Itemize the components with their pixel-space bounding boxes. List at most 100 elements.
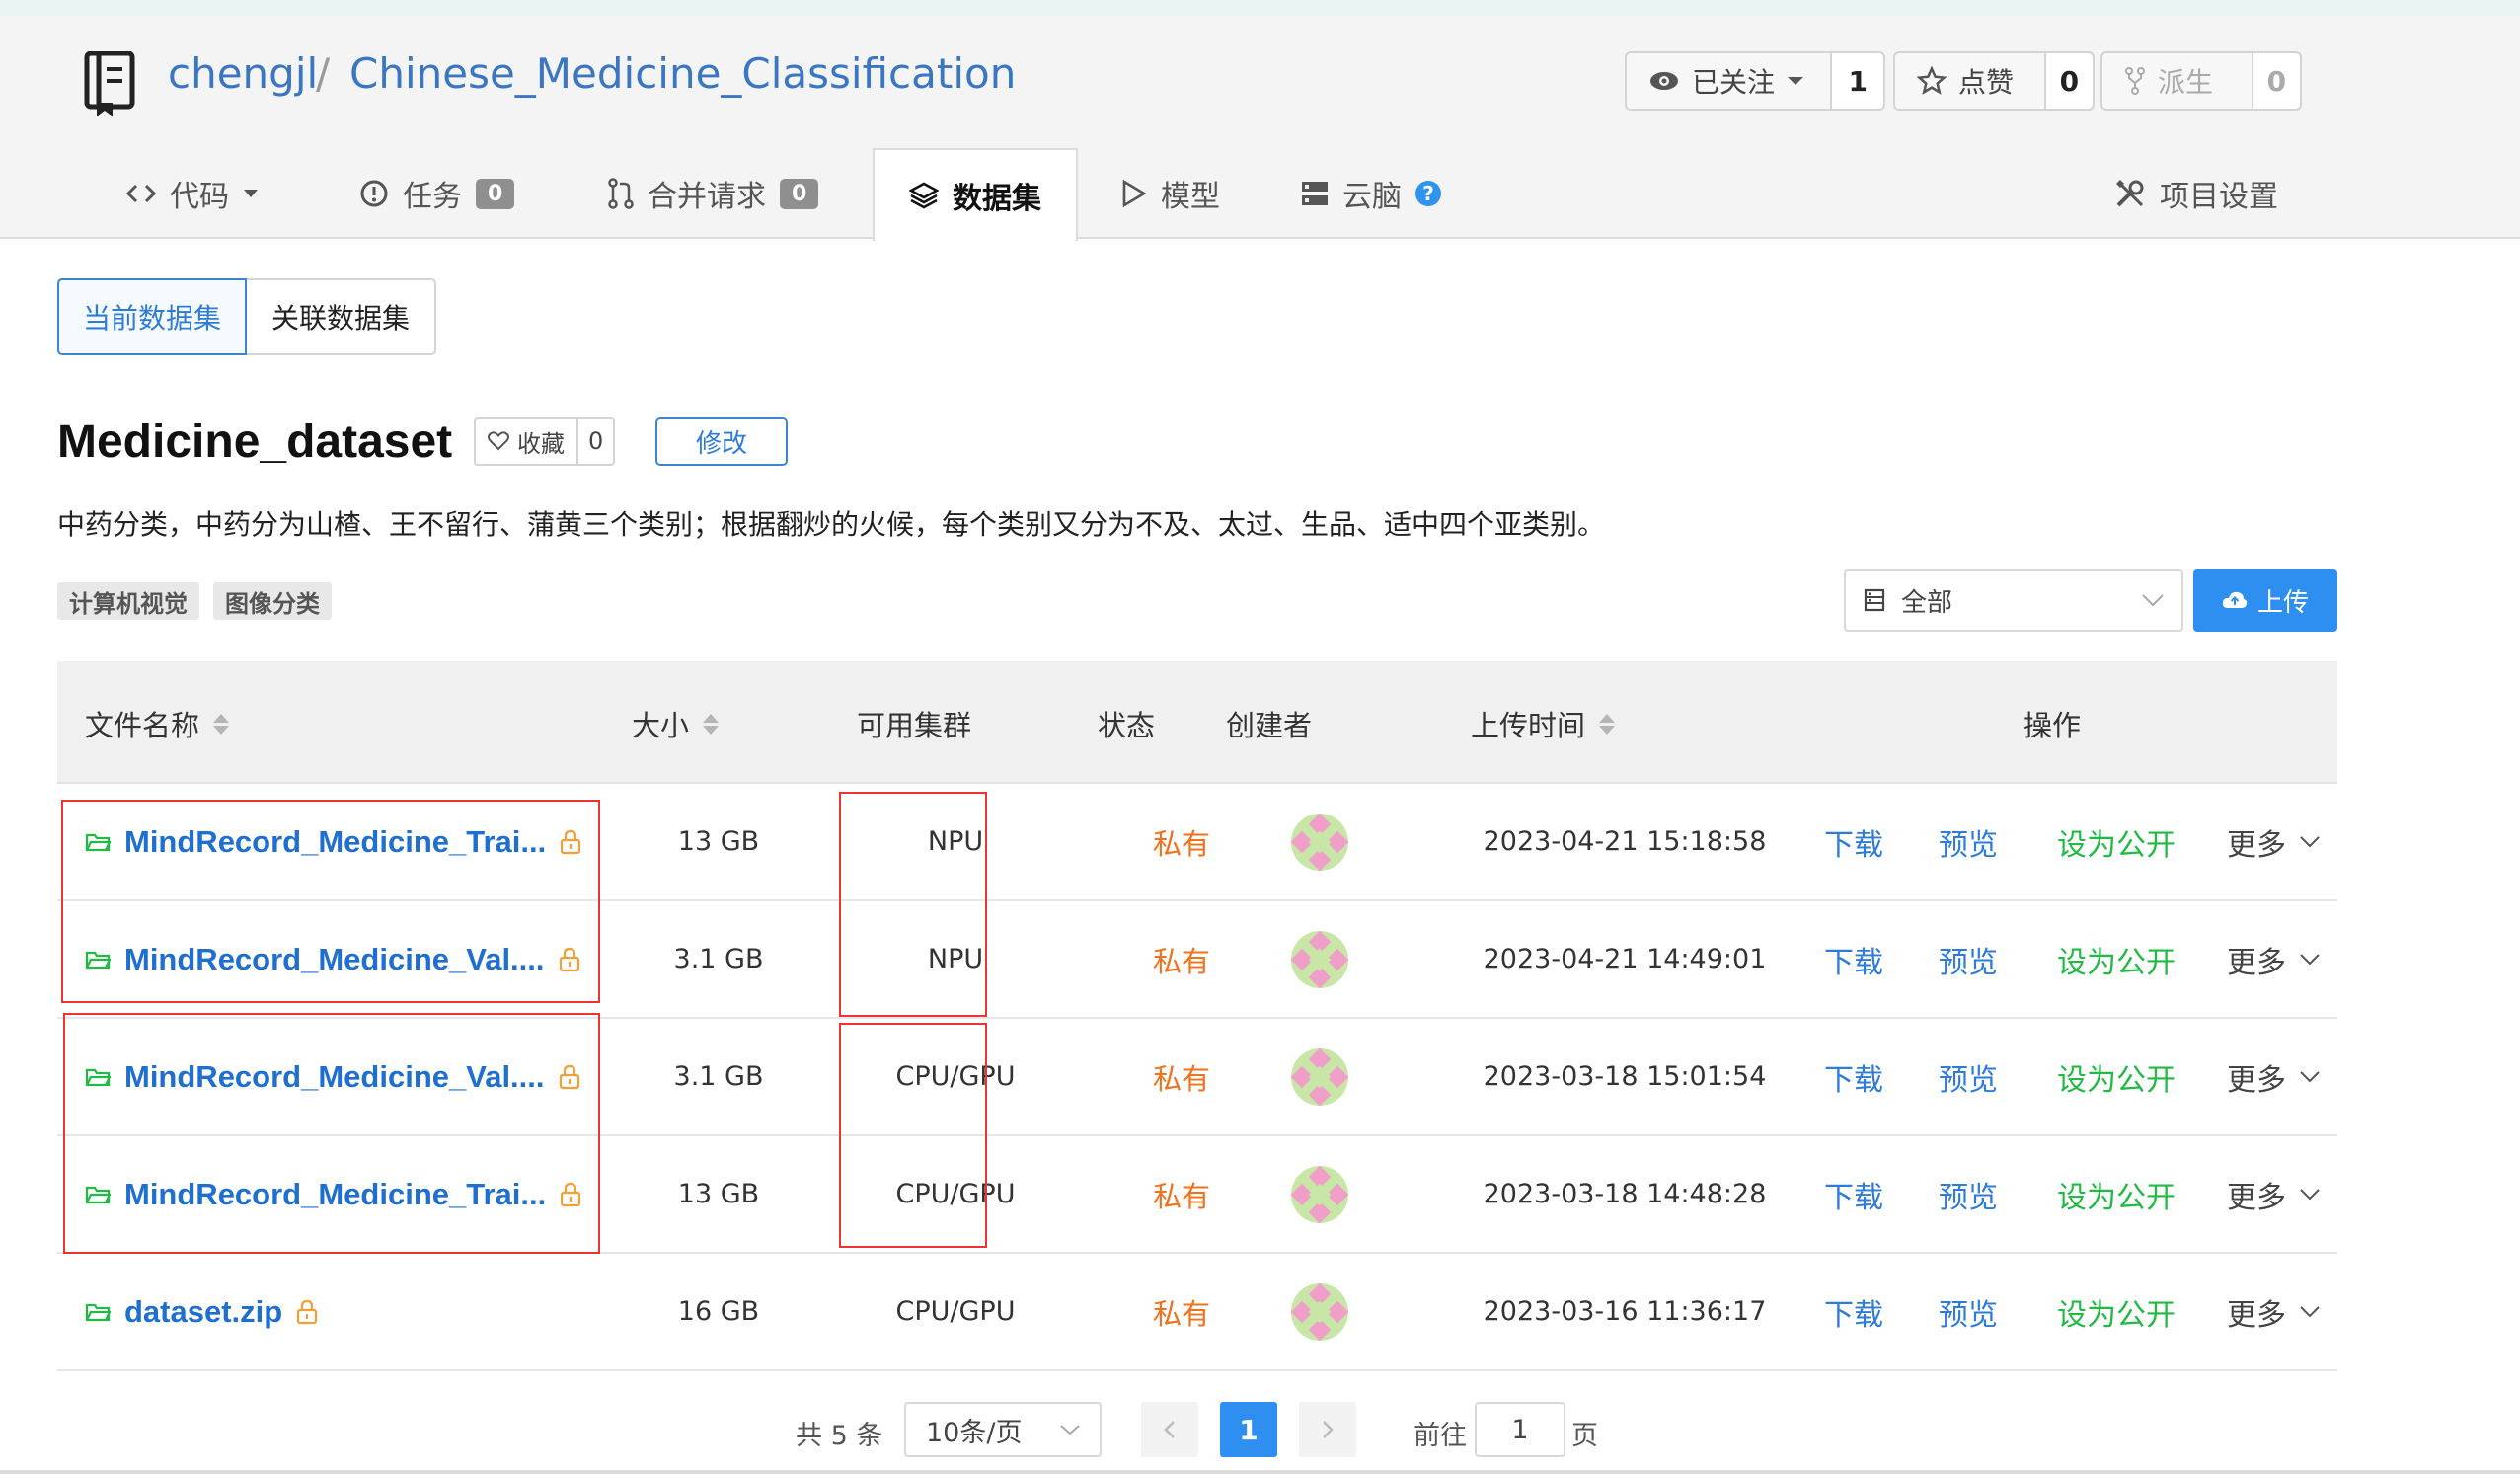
creator-cell bbox=[1236, 901, 1404, 1017]
avatar[interactable] bbox=[1291, 813, 1348, 871]
tab-issues[interactable]: 任务 0 bbox=[359, 148, 515, 239]
fork-count[interactable]: 0 bbox=[2253, 53, 2300, 109]
make-public-link[interactable]: 设为公开 bbox=[2057, 1136, 2176, 1252]
more-dropdown[interactable]: 更多 bbox=[2227, 901, 2320, 1017]
file-size: 13 GB bbox=[677, 1179, 760, 1209]
preview-link[interactable]: 预览 bbox=[1939, 1136, 1998, 1252]
header-file-name[interactable]: 文件名称 bbox=[85, 703, 230, 744]
star-count[interactable]: 0 bbox=[2045, 53, 2093, 109]
dataset-title: Medicine_dataset bbox=[57, 416, 453, 468]
tab-cloudbrain-label: 云脑 bbox=[1342, 180, 1402, 214]
file-name-link[interactable]: dataset.zip bbox=[124, 1294, 282, 1330]
tab-code[interactable]: 代码 bbox=[126, 148, 259, 239]
tag-computer-vision[interactable]: 计算机视觉 bbox=[57, 582, 199, 620]
download-link[interactable]: 下载 bbox=[1824, 1136, 1883, 1252]
cluster-filter-select[interactable]: 全部 bbox=[1844, 569, 2183, 632]
chevron-left-icon bbox=[1164, 1421, 1175, 1438]
pulls-count-badge: 0 bbox=[780, 178, 819, 209]
favorite-label-area[interactable]: 收藏 bbox=[476, 419, 578, 464]
more-dropdown[interactable]: 更多 bbox=[2227, 1136, 2320, 1252]
star-label-area[interactable]: 点赞 bbox=[1895, 53, 2046, 109]
tab-models[interactable]: 模型 bbox=[1121, 148, 1220, 239]
header-status-label: 状态 bbox=[1098, 709, 1156, 742]
upload-time: 2023-03-16 11:36:17 bbox=[1483, 1296, 1767, 1327]
repo-owner-link[interactable]: chengjl bbox=[168, 49, 318, 98]
edit-dataset-button[interactable]: 修改 bbox=[655, 417, 788, 466]
issues-count-badge: 0 bbox=[476, 178, 515, 209]
pagination-total: 共 5 条 bbox=[796, 1421, 883, 1451]
header-creator: 创建者 bbox=[1226, 703, 1312, 744]
download-link[interactable]: 下载 bbox=[1824, 1019, 1883, 1134]
make-public-link[interactable]: 设为公开 bbox=[2057, 901, 2176, 1017]
repo-name-link[interactable]: Chinese_Medicine_Classification bbox=[349, 49, 1016, 98]
page-number-button[interactable]: 1 bbox=[1220, 1402, 1277, 1457]
cloud-upload-icon bbox=[2222, 591, 2248, 608]
sort-icon[interactable] bbox=[703, 713, 720, 735]
avatar[interactable] bbox=[1291, 1282, 1348, 1341]
page-size-select[interactable]: 10条/页 bbox=[904, 1402, 1102, 1457]
avatar[interactable] bbox=[1291, 1047, 1348, 1106]
tab-issues-label: 任务 bbox=[403, 180, 462, 214]
tag-image-classification[interactable]: 图像分类 bbox=[213, 582, 332, 620]
more-dropdown[interactable]: 更多 bbox=[2227, 1019, 2320, 1134]
repo-path-separator: / bbox=[316, 49, 331, 98]
chevron-down-icon bbox=[2300, 1188, 2320, 1200]
preview-link[interactable]: 预览 bbox=[1939, 1254, 1998, 1369]
subtab-linked-dataset[interactable]: 关联数据集 bbox=[247, 278, 436, 355]
fork-button[interactable]: 派生 0 bbox=[2100, 51, 2302, 111]
preview-link[interactable]: 预览 bbox=[1939, 901, 1998, 1017]
tab-settings[interactable]: 项目设置 bbox=[2114, 148, 2278, 239]
heart-icon bbox=[488, 431, 509, 451]
upload-button[interactable]: 上传 bbox=[2193, 569, 2337, 632]
highlight-box-npu-files bbox=[61, 800, 600, 1003]
tab-cloudbrain[interactable]: 云脑 ? bbox=[1301, 148, 1441, 239]
file-name-cell: dataset.zip bbox=[85, 1254, 318, 1369]
folder-open-icon bbox=[85, 1303, 111, 1321]
issue-icon bbox=[360, 180, 388, 207]
header-upload-time[interactable]: 上传时间 bbox=[1471, 703, 1616, 744]
download-link[interactable]: 下载 bbox=[1824, 901, 1883, 1017]
fork-label: 派生 bbox=[2158, 66, 2214, 99]
code-icon bbox=[126, 184, 156, 203]
watch-label-area[interactable]: 已关注 bbox=[1627, 53, 1833, 109]
watch-count[interactable]: 1 bbox=[1832, 53, 1883, 109]
subtab-current-dataset[interactable]: 当前数据集 bbox=[57, 278, 247, 355]
fork-label-area[interactable]: 派生 bbox=[2102, 53, 2253, 109]
repo-book-icon bbox=[84, 51, 135, 116]
chevron-down-icon bbox=[2300, 1305, 2320, 1317]
layers-icon bbox=[909, 182, 939, 209]
download-link[interactable]: 下载 bbox=[1824, 1254, 1883, 1369]
watch-button[interactable]: 已关注 1 bbox=[1625, 51, 1885, 111]
download-link[interactable]: 下载 bbox=[1824, 784, 1883, 899]
tab-datasets[interactable]: 数据集 bbox=[873, 148, 1078, 241]
help-icon[interactable]: ? bbox=[1415, 181, 1441, 206]
avatar[interactable] bbox=[1291, 930, 1348, 988]
favorite-button[interactable]: 收藏 0 bbox=[474, 417, 616, 466]
more-dropdown[interactable]: 更多 bbox=[2227, 784, 2320, 899]
tab-pull-requests[interactable]: 合并请求 0 bbox=[608, 148, 819, 239]
make-public-link[interactable]: 设为公开 bbox=[2057, 1019, 2176, 1134]
preview-link[interactable]: 预览 bbox=[1939, 784, 1998, 899]
top-strip bbox=[0, 0, 2520, 16]
upload-time: 2023-04-21 14:49:01 bbox=[1483, 944, 1767, 974]
play-icon bbox=[1122, 179, 1147, 208]
next-page-button[interactable] bbox=[1299, 1402, 1356, 1457]
header-file-name-label: 文件名称 bbox=[85, 709, 200, 742]
sort-icon[interactable] bbox=[213, 713, 230, 735]
goto-page-input[interactable]: 1 bbox=[1475, 1402, 1565, 1457]
make-public-link[interactable]: 设为公开 bbox=[2057, 784, 2176, 899]
sort-icon[interactable] bbox=[1599, 713, 1616, 735]
prev-page-button[interactable] bbox=[1141, 1402, 1198, 1457]
avatar[interactable] bbox=[1291, 1165, 1348, 1223]
preview-link[interactable]: 预览 bbox=[1939, 1019, 1998, 1134]
header-size[interactable]: 大小 bbox=[632, 703, 720, 744]
highlight-box-gpu-files bbox=[63, 1013, 600, 1254]
creator-cell bbox=[1236, 1136, 1404, 1252]
make-public-link[interactable]: 设为公开 bbox=[2057, 1254, 2176, 1369]
fork-icon bbox=[2125, 67, 2145, 95]
star-button[interactable]: 点赞 0 bbox=[1893, 51, 2095, 111]
file-size: 3.1 GB bbox=[673, 1061, 764, 1092]
table-row: dataset.zip 16 GB CPU/GPU 私有 2023-03-16 11:3… bbox=[57, 1254, 2337, 1371]
upload-time: 2023-04-21 15:18:58 bbox=[1483, 826, 1767, 857]
more-dropdown[interactable]: 更多 bbox=[2227, 1254, 2320, 1369]
